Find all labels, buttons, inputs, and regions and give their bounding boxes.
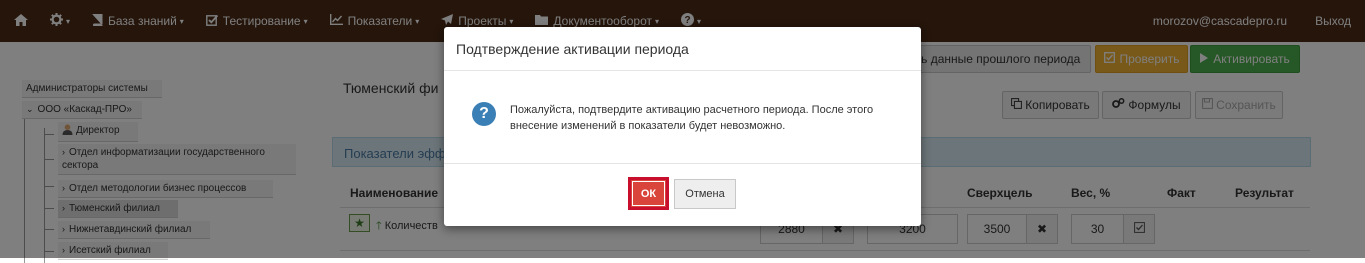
cancel-button[interactable]: Отмена [674, 179, 736, 209]
button-label: ОК [640, 187, 657, 200]
question-icon: ? [472, 102, 496, 126]
dialog-body: ? Пожалуйста, подтвердите активацию расч… [444, 71, 921, 164]
dialog-message: Пожалуйста, подтвердите активацию расчет… [510, 104, 874, 132]
dialog-header: Подтверждение активации периода [444, 27, 921, 71]
dialog-title: Подтверждение активации периода [456, 41, 689, 57]
ok-button[interactable]: ОК [628, 177, 669, 210]
button-label: Отмена [685, 188, 725, 200]
